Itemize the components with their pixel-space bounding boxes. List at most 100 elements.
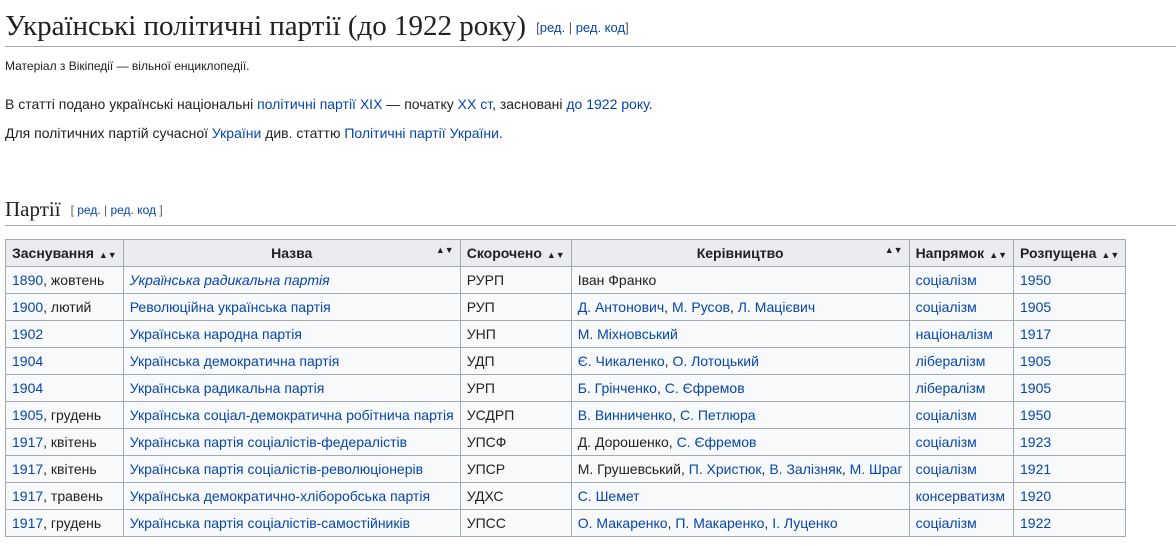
- founded-year-link[interactable]: 1904: [12, 380, 43, 396]
- dissolved-year-link[interactable]: 1950: [1020, 272, 1051, 288]
- section-edit-link[interactable]: ред.: [77, 203, 100, 217]
- founded-month: , грудень: [43, 515, 102, 531]
- leader-link[interactable]: П. Макаренко: [675, 515, 764, 531]
- cell-name: Українська демократично-хліборобська пар…: [122, 482, 461, 510]
- leader-link[interactable]: В. Винниченко: [578, 407, 672, 423]
- column-header-founded[interactable]: Заснування ▲▼: [5, 239, 124, 267]
- dissolved-year-link[interactable]: 1950: [1020, 407, 1051, 423]
- sort-icon[interactable]: ▲▼: [1101, 250, 1119, 260]
- link-1922[interactable]: до 1922 року: [566, 96, 648, 112]
- link-political-parties[interactable]: політичні партії: [257, 96, 356, 112]
- sort-icon[interactable]: ▲▼: [547, 250, 565, 260]
- founded-year-link[interactable]: 1890: [12, 272, 43, 288]
- founded-month: , квітень: [43, 434, 97, 450]
- leader-link[interactable]: О. Макаренко: [578, 515, 668, 531]
- header-label: Керівництво: [696, 245, 784, 261]
- direction-link[interactable]: лібералізм: [916, 353, 986, 369]
- link-ukraine[interactable]: України: [212, 125, 261, 141]
- direction-link[interactable]: націоналізм: [916, 326, 993, 342]
- direction-link[interactable]: соціалізм: [916, 272, 977, 288]
- dissolved-year-link[interactable]: 1917: [1020, 326, 1051, 342]
- party-name-link[interactable]: Українська демократично-хліборобська пар…: [130, 488, 430, 504]
- founded-month: , травень: [43, 488, 104, 504]
- direction-link[interactable]: соціалізм: [916, 434, 977, 450]
- direction-link[interactable]: консерватизм: [916, 488, 1005, 504]
- party-name-link[interactable]: Українська радикальна партія: [130, 272, 330, 288]
- direction-link[interactable]: лібералізм: [916, 380, 986, 396]
- cell-leadership: С. Шемет: [570, 482, 910, 510]
- party-name-link[interactable]: Українська партія соціалістів-революціон…: [130, 461, 423, 477]
- direction-link[interactable]: соціалізм: [916, 515, 977, 531]
- cell-leadership: Б. Грінченко, С. Єфремов: [570, 374, 910, 402]
- leader-link[interactable]: Б. Грінченко: [578, 380, 657, 396]
- column-header-dissolved[interactable]: Розпущена ▲▼: [1013, 239, 1127, 267]
- link-xx-century[interactable]: XX ст: [458, 96, 492, 112]
- dissolved-year-link[interactable]: 1923: [1020, 434, 1051, 450]
- founded-year-link[interactable]: 1902: [12, 326, 43, 342]
- section-edit-source-link[interactable]: ред. код: [110, 203, 156, 217]
- dissolved-year-link[interactable]: 1920: [1020, 488, 1051, 504]
- leader-link[interactable]: С. Єфремов: [665, 380, 745, 396]
- party-name-link[interactable]: Українська соціал-демократична робітнича…: [130, 407, 454, 423]
- column-header-direction[interactable]: Напрямок ▲▼: [908, 239, 1015, 267]
- founded-year-link[interactable]: 1917: [12, 434, 43, 450]
- party-name-link[interactable]: Українська партія соціалістів-федераліст…: [130, 434, 407, 450]
- leader-text: Іван Франко: [577, 272, 657, 288]
- header-label: Напрямок: [915, 245, 985, 261]
- dissolved-year-link[interactable]: 1905: [1020, 353, 1051, 369]
- party-name-link[interactable]: Революційна українська партія: [130, 299, 331, 315]
- cell-name: Українська народна партія: [122, 320, 461, 348]
- leader-link[interactable]: М. Міхновський: [578, 326, 678, 342]
- column-header-leadership[interactable]: Керівництво ▲▼: [570, 239, 910, 267]
- column-header-abbreviation[interactable]: Скорочено ▲▼: [459, 239, 572, 267]
- sort-icon[interactable]: ▲▼: [885, 245, 903, 255]
- founded-year-link[interactable]: 1904: [12, 353, 43, 369]
- dissolved-year-link[interactable]: 1921: [1020, 461, 1051, 477]
- founded-month: , лютий: [43, 299, 92, 315]
- party-name-link[interactable]: Українська демократична партія: [130, 353, 340, 369]
- leader-link[interactable]: О. Лотоцький: [672, 353, 758, 369]
- link-xix[interactable]: XIX: [360, 96, 383, 112]
- edit-source-link[interactable]: ред. код: [576, 20, 625, 35]
- leader-link[interactable]: Є. Чикаленко: [578, 353, 665, 369]
- table-row: 1917, квітень Українська партія соціаліст…: [5, 428, 1127, 456]
- party-name-link[interactable]: Українська радикальна партія: [130, 380, 325, 396]
- sort-icon[interactable]: ▲▼: [989, 250, 1007, 260]
- column-header-name[interactable]: Назва ▲▼: [122, 239, 461, 267]
- leader-link[interactable]: Д. Антонович: [578, 299, 664, 315]
- page-title: Українські політичні партії (до 1922 рок…: [5, 0, 1176, 47]
- cell-direction: соціалізм: [908, 455, 1015, 483]
- founded-year-link[interactable]: 1917: [12, 515, 43, 531]
- leader-link[interactable]: І. Луценко: [772, 515, 837, 531]
- leader-link[interactable]: С. Шемет: [578, 488, 640, 504]
- header-label: Заснування: [12, 245, 94, 261]
- dissolved-year-link[interactable]: 1905: [1020, 380, 1051, 396]
- sort-icon[interactable]: ▲▼: [436, 245, 454, 255]
- link-parties-of-ukraine[interactable]: Політичні партії України: [344, 125, 499, 141]
- founded-year-link[interactable]: 1905: [12, 407, 43, 423]
- direction-link[interactable]: соціалізм: [916, 407, 977, 423]
- cell-founded: 1917, грудень: [5, 509, 124, 537]
- direction-link[interactable]: соціалізм: [916, 461, 977, 477]
- leader-link[interactable]: С. Петлюра: [680, 407, 756, 423]
- leader-link[interactable]: М. Шраг: [850, 461, 903, 477]
- leader-link[interactable]: П. Христюк: [689, 461, 762, 477]
- see-also-text-3: .: [498, 125, 503, 141]
- direction-link[interactable]: соціалізм: [916, 299, 977, 315]
- leader-link[interactable]: Л. Мацієвич: [738, 299, 815, 315]
- edit-link[interactable]: ред.: [540, 20, 565, 35]
- sort-icon[interactable]: ▲▼: [99, 250, 117, 260]
- cell-founded: 1905, грудень: [5, 401, 124, 429]
- dissolved-year-link[interactable]: 1922: [1020, 515, 1051, 531]
- leader-link[interactable]: М. Русов: [672, 299, 730, 315]
- header-label: Розпущена: [1020, 245, 1097, 261]
- founded-year-link[interactable]: 1917: [12, 461, 43, 477]
- founded-year-link[interactable]: 1900: [12, 299, 43, 315]
- party-name-link[interactable]: Українська народна партія: [130, 326, 302, 342]
- founded-year-link[interactable]: 1917: [12, 488, 43, 504]
- leader-link[interactable]: С. Єфремов: [677, 434, 757, 450]
- party-name-link[interactable]: Українська партія соціалістів-самостійни…: [130, 515, 410, 531]
- leader-link[interactable]: В. Залізняк: [769, 461, 842, 477]
- table-row: 1917, травень Українська демократично-хлі…: [5, 482, 1127, 510]
- dissolved-year-link[interactable]: 1905: [1020, 299, 1051, 315]
